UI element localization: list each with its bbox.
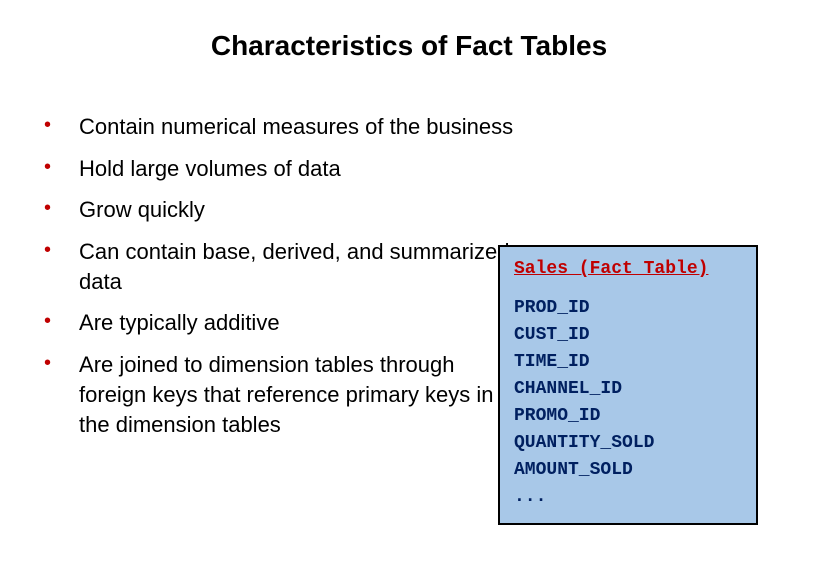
fact-table-columns: PROD_ID CUST_ID TIME_ID CHANNEL_ID PROMO…: [514, 295, 742, 511]
bullet-text: Hold large volumes of data: [79, 154, 341, 184]
bullet-text: Are joined to dimension tables through f…: [79, 350, 519, 439]
list-item: Contain numerical measures of the busine…: [40, 112, 778, 142]
bullet-text: Grow quickly: [79, 195, 205, 225]
list-item: Grow quickly: [40, 195, 778, 225]
fact-table-title: Sales (Fact Table): [514, 259, 742, 279]
bullet-text: Are typically additive: [79, 308, 280, 338]
slide-title: Characteristics of Fact Tables: [40, 30, 778, 62]
bullet-text: Can contain base, derived, and summarize…: [79, 237, 519, 296]
list-item: Hold large volumes of data: [40, 154, 778, 184]
bullet-text: Contain numerical measures of the busine…: [79, 112, 513, 142]
fact-table-box: Sales (Fact Table) PROD_ID CUST_ID TIME_…: [498, 245, 758, 525]
